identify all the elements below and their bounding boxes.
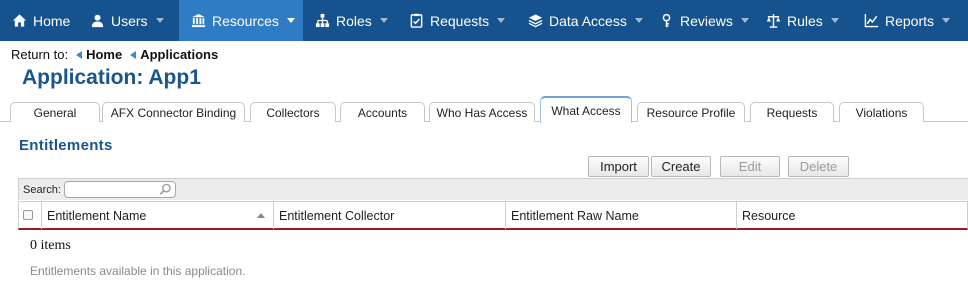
nav-item-label: Rules: [787, 12, 823, 29]
users-icon: [90, 13, 105, 28]
nav-item-label: Roles: [336, 12, 372, 29]
breadcrumb-prefix: Return to:: [11, 47, 69, 62]
tab-accounts[interactable]: Accounts: [340, 102, 425, 122]
chevron-down-icon: [155, 18, 164, 23]
tab-bar: General AFX Connector Binding Collectors…: [0, 96, 968, 123]
triangle-left-icon: [76, 50, 83, 59]
create-button[interactable]: Create: [651, 156, 711, 177]
home-icon: [12, 13, 27, 28]
grid-description: Entitlements available in this applicati…: [30, 264, 246, 278]
sort-ascending-icon: [257, 213, 265, 218]
tab-general[interactable]: General: [10, 102, 100, 122]
nav-item-roles[interactable]: Roles: [303, 0, 397, 41]
tab-label: Violations: [855, 105, 908, 120]
select-all-checkbox[interactable]: [23, 210, 33, 220]
breadcrumb: Return to: Home Applications: [11, 47, 218, 62]
chevron-down-icon: [497, 18, 506, 23]
nav-item-reviews[interactable]: Reviews: [647, 0, 754, 41]
nav-item-label: Home: [33, 12, 71, 29]
breadcrumb-link-home[interactable]: Home: [86, 47, 122, 62]
search-input[interactable]: [63, 181, 176, 198]
page-title: Application: App1: [22, 66, 201, 89]
reviews-icon: [659, 13, 674, 28]
import-button[interactable]: Import: [588, 156, 649, 177]
edit-button[interactable]: Edit: [720, 156, 780, 177]
grid-header: Entitlement Name Entitlement Collector E…: [18, 201, 968, 230]
nav-item-label: Requests: [430, 12, 490, 29]
nav-item-label: Users: [111, 12, 148, 29]
nav-item-users[interactable]: Users: [78, 0, 179, 41]
nav-item-data-access[interactable]: Data Access: [516, 0, 647, 41]
tab-who-has-access[interactable]: Who Has Access: [429, 102, 535, 122]
column-header-entitlement-collector[interactable]: Entitlement Collector: [274, 202, 506, 229]
tab-label: Requests: [766, 105, 818, 120]
top-navigation-bar: Home Users Resources Roles Requests Data…: [0, 0, 968, 41]
tab-resource-profile[interactable]: Resource Profile: [637, 102, 745, 122]
requests-icon: [409, 13, 424, 28]
search-icon[interactable]: [159, 183, 172, 196]
chevron-down-icon: [379, 18, 388, 23]
search-bar: Search:: [18, 178, 968, 200]
delete-button[interactable]: Delete: [788, 156, 849, 177]
chevron-down-icon: [830, 18, 839, 23]
nav-item-home[interactable]: Home: [0, 0, 78, 41]
nav-item-reports[interactable]: Reports: [852, 0, 968, 41]
section-title: Entitlements: [19, 137, 113, 154]
tab-collectors[interactable]: Collectors: [250, 102, 336, 122]
nav-item-label: Reviews: [680, 12, 733, 29]
column-header-label: Resource: [742, 208, 796, 223]
tab-label: AFX Connector Binding: [110, 105, 237, 120]
reports-icon: [864, 13, 879, 28]
select-all-cell: [19, 202, 42, 229]
column-header-entitlement-name[interactable]: Entitlement Name: [42, 202, 274, 229]
tab-violations[interactable]: Violations: [839, 102, 924, 122]
triangle-left-icon: [130, 50, 137, 59]
chevron-down-icon: [286, 18, 295, 23]
nav-item-label: Data Access: [549, 12, 627, 29]
rules-icon: [766, 13, 781, 28]
nav-item-label: Reports: [885, 12, 935, 29]
search-label: Search:: [23, 183, 61, 196]
nav-item-requests[interactable]: Requests: [397, 0, 516, 41]
chevron-down-icon: [740, 18, 749, 23]
column-header-label: Entitlement Name: [47, 208, 147, 223]
tab-label: Who Has Access: [436, 105, 528, 120]
data-access-icon: [528, 13, 543, 28]
column-header-label: Entitlement Collector: [279, 208, 395, 223]
items-count: 0 items: [30, 238, 71, 253]
column-header-resource[interactable]: Resource: [737, 202, 967, 229]
chevron-down-icon: [634, 18, 643, 23]
tab-requests[interactable]: Requests: [750, 102, 834, 122]
tab-afx-connector-binding[interactable]: AFX Connector Binding: [102, 102, 245, 122]
tab-label: What Access: [551, 103, 621, 118]
tab-label: Collectors: [266, 105, 320, 120]
tab-label: Accounts: [357, 105, 408, 120]
tab-label: General: [33, 105, 77, 120]
roles-icon: [315, 13, 330, 28]
nav-item-rules[interactable]: Rules: [754, 0, 852, 41]
tab-what-access[interactable]: What Access: [540, 96, 632, 123]
column-header-entitlement-raw-name[interactable]: Entitlement Raw Name: [506, 202, 737, 229]
column-header-label: Entitlement Raw Name: [511, 208, 639, 223]
resources-icon: [191, 13, 206, 28]
nav-item-label: Resources: [212, 12, 279, 29]
chevron-down-icon: [942, 18, 951, 23]
tab-label: Resource Profile: [646, 105, 736, 120]
breadcrumb-link-applications[interactable]: Applications: [140, 47, 218, 62]
nav-item-resources[interactable]: Resources: [179, 0, 303, 41]
